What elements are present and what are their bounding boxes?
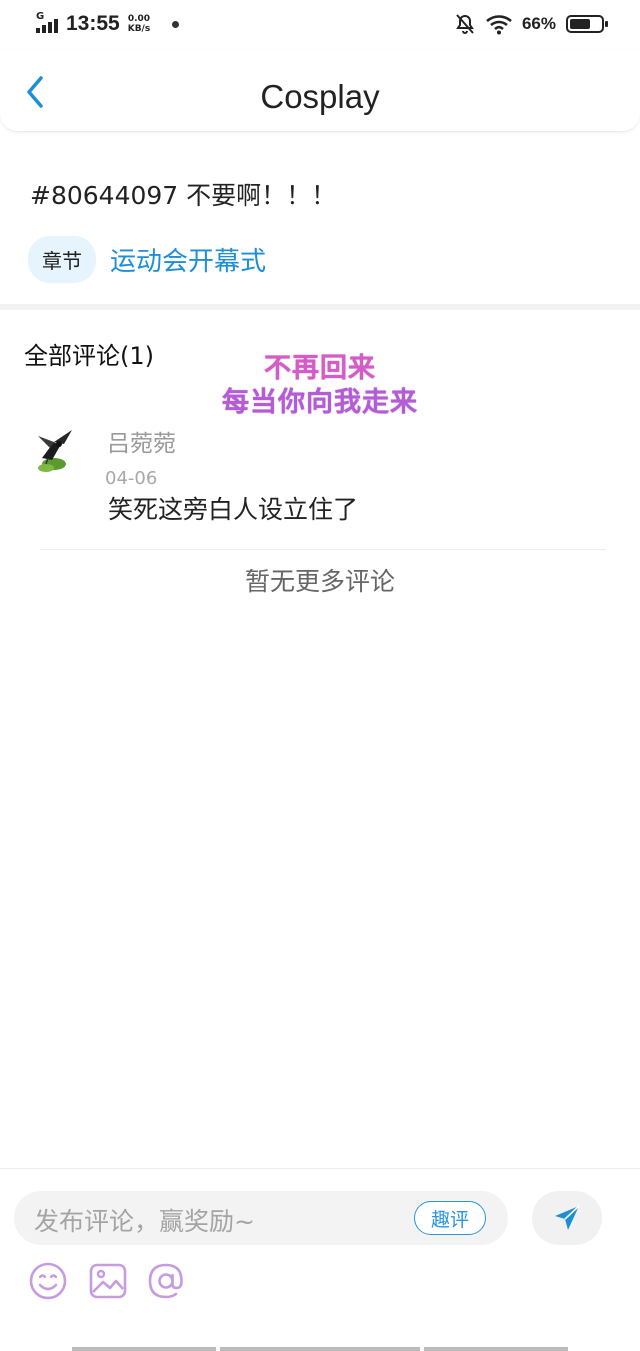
avatar[interactable] <box>24 420 80 476</box>
send-icon <box>555 1205 580 1230</box>
bell-off-icon <box>456 14 474 34</box>
network-speed: 0.00 KB/s <box>128 14 150 34</box>
network-speed-unit: KB/s <box>127 24 151 34</box>
wifi-icon <box>486 15 512 35</box>
emoji-icon[interactable] <box>28 1261 68 1301</box>
battery-icon <box>566 15 608 33</box>
comment-input[interactable]: 发布评论，赢奖励~ 趣评 <box>14 1191 508 1245</box>
status-bar: G 13:55 0.00 KB/s 66% <box>0 0 640 52</box>
status-time: 13:55 <box>66 12 120 35</box>
section-divider <box>0 304 640 310</box>
battery-fill <box>570 19 590 29</box>
signal-icon: G <box>34 11 62 35</box>
no-more-comments: 暂无更多评论 <box>244 567 395 596</box>
bird-avatar-image <box>24 420 80 476</box>
chapter-link[interactable]: 运动会开幕式 <box>110 241 266 278</box>
divider <box>40 549 606 550</box>
page-title: Cosplay <box>260 78 380 115</box>
comments-heading: 全部评论(1) <box>24 342 154 370</box>
comment-composer: 发布评论，赢奖励~ 趣评 <box>0 1168 640 1351</box>
at-icon[interactable] <box>146 1261 186 1301</box>
notification-dot-icon <box>172 20 180 28</box>
top-app-bar: Cosplay <box>0 50 640 132</box>
fun-comment-button[interactable]: 趣评 <box>414 1201 486 1235</box>
chapter-tag: 章节 <box>28 236 96 283</box>
comment-username[interactable]: 吕菀菀 <box>107 424 176 458</box>
home-indicator-segment <box>424 1347 568 1351</box>
comment-text: 笑死这旁白人设立住了 <box>108 495 359 524</box>
image-icon[interactable] <box>88 1261 128 1301</box>
home-indicator-segment <box>72 1347 216 1351</box>
battery-percent: 66% <box>521 14 556 33</box>
comment-date: 04-06 <box>105 468 158 486</box>
overlay-caption: 不再回来 每当你向我走来 <box>200 352 440 420</box>
overlay-line-2: 每当你向我走来 <box>222 387 418 418</box>
post-title: #80644097 不要啊！！！ <box>30 181 337 210</box>
network-speed-value: 0.00 <box>127 14 151 24</box>
send-button[interactable] <box>532 1191 602 1245</box>
overlay-line-1: 不再回来 <box>264 353 376 384</box>
comment-input-placeholder: 发布评论，赢奖励~ <box>34 1207 255 1236</box>
home-indicator-segment <box>220 1347 420 1351</box>
chapter-row: 章节 运动会开幕式 <box>28 236 266 283</box>
